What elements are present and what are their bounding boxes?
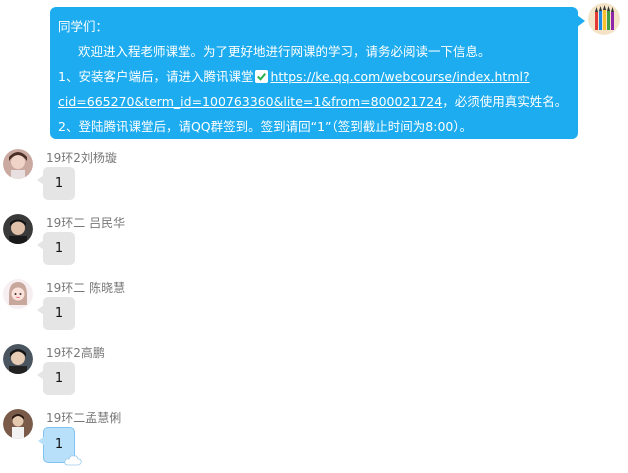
reply-bubble: 1	[38, 427, 82, 466]
boy-portrait-icon	[3, 344, 33, 374]
student-avatar[interactable]	[3, 409, 33, 439]
teacher-avatar[interactable]	[588, 3, 620, 35]
boy-portrait-icon	[3, 214, 33, 244]
student-avatar[interactable]	[3, 279, 33, 309]
check-icon	[255, 70, 269, 83]
reply-text: 1	[54, 437, 64, 452]
person-outdoor-icon	[3, 409, 33, 439]
student-avatar[interactable]	[3, 344, 33, 374]
step1-prefix: 1、安装客户端后，请进入腾讯课堂	[58, 69, 254, 84]
reply-bubble: 1	[37, 167, 75, 200]
student-name: 19环二 吕民华	[46, 216, 126, 230]
colored-pencils-icon	[588, 3, 620, 35]
message-item: 19环2刘杨璇 1	[0, 149, 200, 213]
reply-bubble: 1	[37, 362, 75, 395]
teacher-message-bubble: 同学们： 欢迎进入程老师课堂。为了更好地进行网课的学习，请务必阅读一下信息。 1…	[50, 7, 585, 139]
message-item: 19环2高鹏 1	[0, 344, 200, 408]
message-item: 19环二孟慧俐 1	[0, 409, 200, 473]
step1-line: 1、安装客户端后，请进入腾讯课堂 https://ke.qq.com/webcou…	[58, 64, 570, 89]
girl-portrait-icon	[3, 149, 33, 179]
message-item: 19环二 吕民华 1	[0, 214, 200, 278]
reply-bubble: 1	[37, 297, 75, 330]
student-avatar[interactable]	[3, 214, 33, 244]
student-name: 19环二孟慧俐	[46, 411, 122, 425]
course-link-part1[interactable]: https://ke.qq.com/webcourse/index.html?	[270, 69, 529, 84]
step1-line-2: cid=665270&term_id=100763360&lite=1&from…	[58, 89, 570, 114]
course-link-part2[interactable]: cid=665270&term_id=100763360&lite=1&from…	[58, 94, 442, 109]
student-name: 19环二 陈晓慧	[46, 281, 126, 295]
intro-text: 欢迎进入程老师课堂。为了更好地进行网课的学习，请务必阅读一下信息。	[78, 44, 491, 59]
cartoon-girl-icon	[3, 279, 33, 309]
student-name: 19环2刘杨璇	[46, 151, 117, 165]
message-item: 19环二 陈晓慧 1	[0, 279, 200, 343]
greeting-text: 同学们：	[58, 19, 109, 34]
step1-suffix: ，必须使用真实姓名。	[442, 94, 568, 109]
reply-bubble: 1	[37, 232, 75, 265]
cloud-icon	[64, 455, 82, 466]
step2-text: 2、登陆腾讯课堂后，请QQ群签到。签到请回“1”（签到截止时间为8:00）。	[58, 119, 473, 134]
student-avatar[interactable]	[3, 149, 33, 179]
student-name: 19环2高鹏	[46, 346, 105, 360]
